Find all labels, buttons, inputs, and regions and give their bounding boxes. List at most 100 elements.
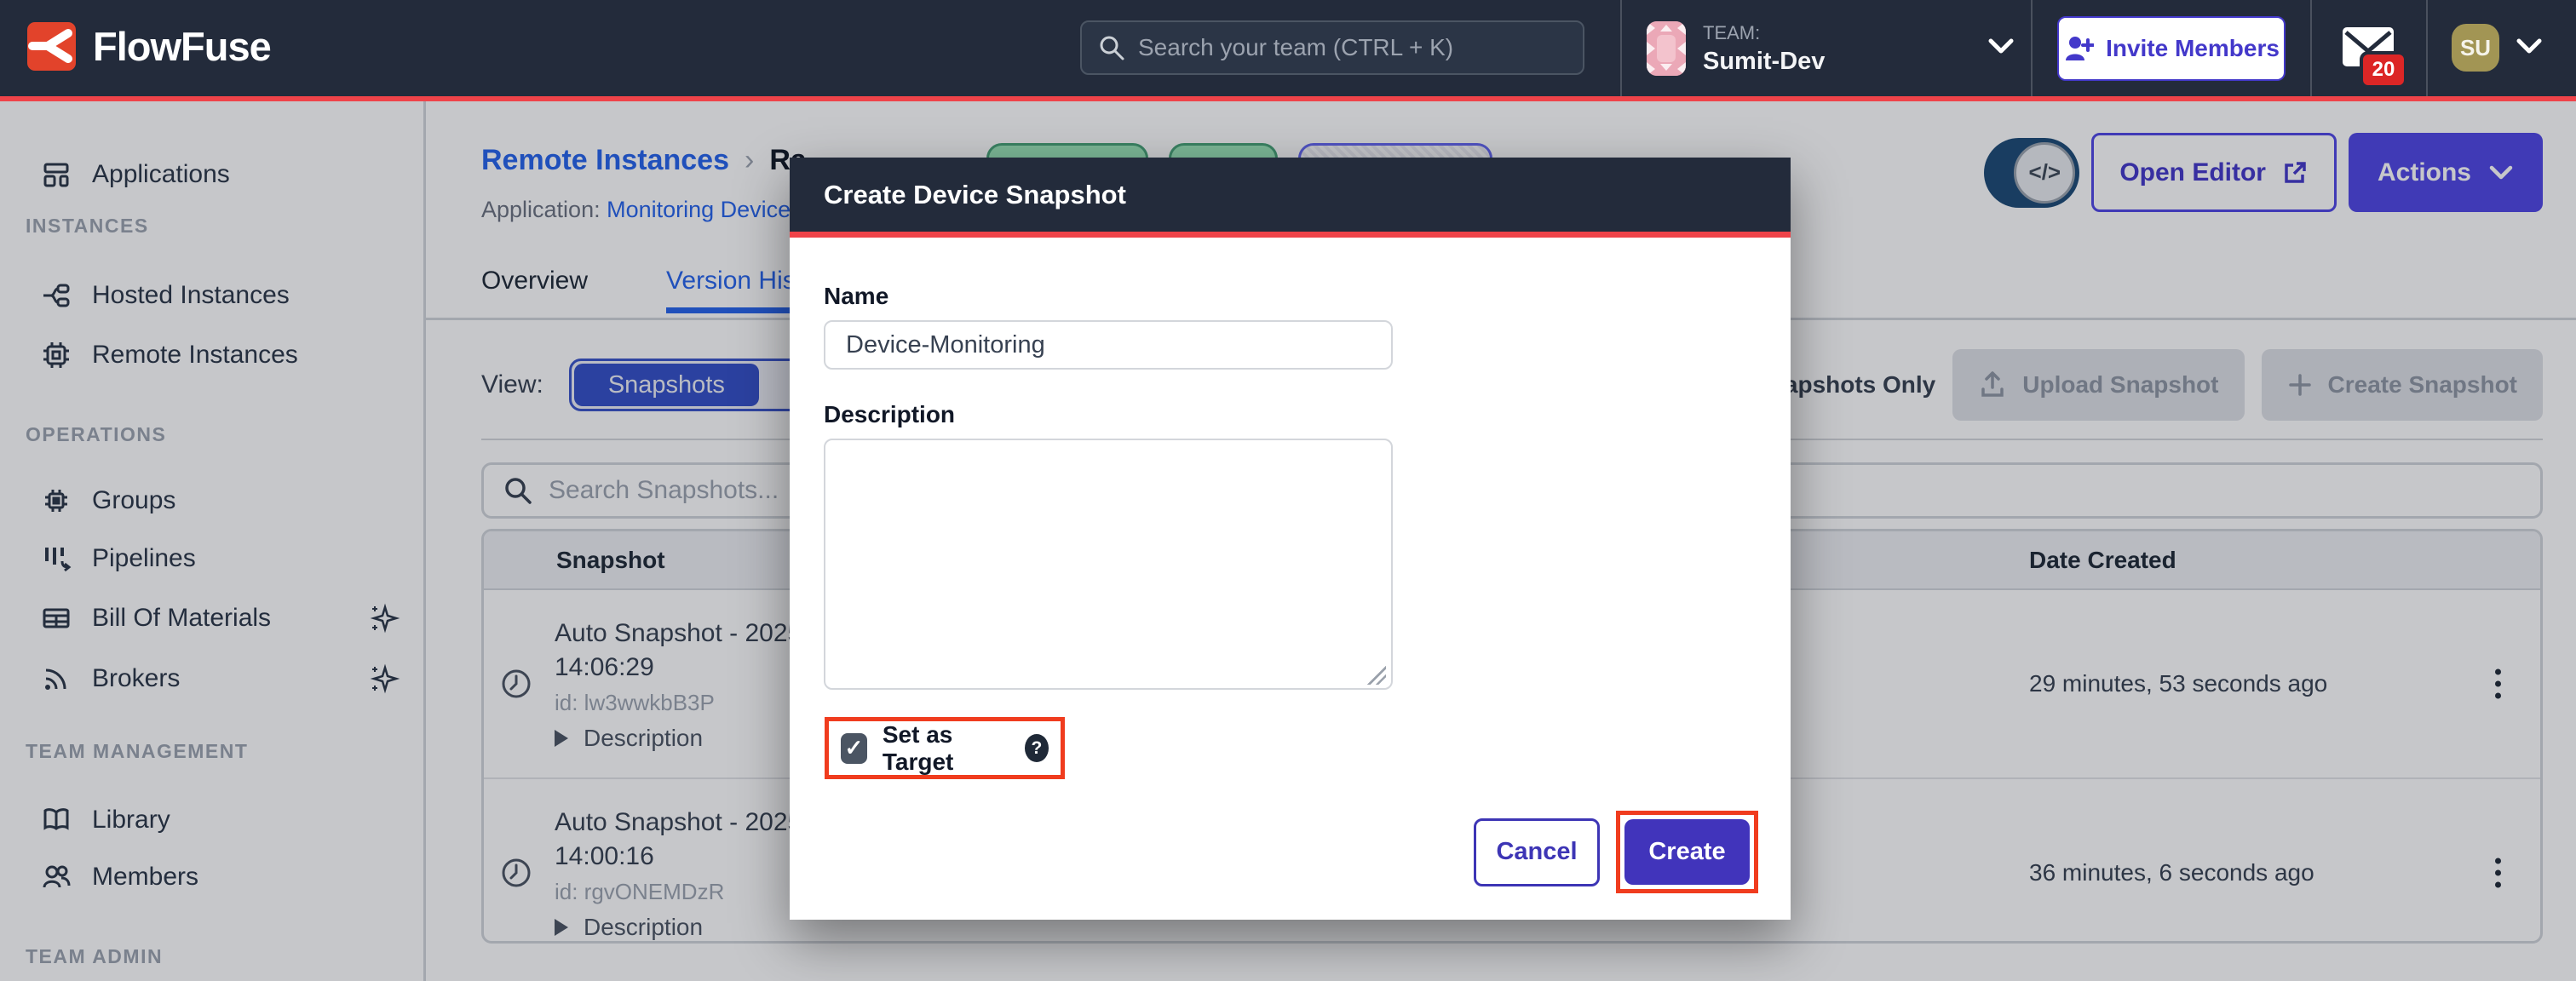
triangle-right-icon [555,919,568,936]
clock-icon [499,856,533,890]
hosted-instances-icon [41,280,72,311]
sidebar-item-brokers[interactable]: Brokers [0,648,426,709]
sparkle-icon [368,602,400,634]
snapshot-id: id: rgvONEMDzR [555,879,802,905]
sidebar-section-team-admin: TEAM ADMIN [26,942,163,972]
column-header-date-created: Date Created [2029,547,2540,574]
team-avatar [1647,21,1686,76]
bill-of-materials-icon [41,603,72,634]
sidebar-item-pipelines[interactable]: Pipelines [0,528,426,589]
sidebar-item-label: Pipelines [92,544,196,573]
sidebar-section-team-management: TEAM MANAGEMENT [26,737,248,766]
breadcrumb-separator: › [745,144,754,177]
sidebar-item-label: Library [92,806,170,835]
device-controls: </> Open Editor Actions [1984,133,2543,212]
tab-overview[interactable]: Overview [481,256,588,313]
sidebar-item-label: Groups [92,486,175,515]
create-button[interactable]: Create [1624,819,1750,885]
application-line: Application: Monitoring Device H [481,197,814,223]
modal-body: Name Description ✓ Set as Target ? Cance… [790,238,1791,920]
header-divider [1620,0,1622,96]
upload-snapshot-label: Upload Snapshot [2022,371,2218,399]
code-icon: </> [2014,142,2075,204]
search-icon [503,475,533,506]
modal-title: Create Device Snapshot [824,180,1126,210]
application-link[interactable]: Monitoring Device H [607,197,814,222]
create-snapshot-label: Create Snapshot [2328,371,2518,399]
sidebar-section-instances: INSTANCES [26,211,149,241]
view-label: View: [481,370,543,399]
create-snapshot-button[interactable]: Create Snapshot [2262,349,2544,421]
team-name: Sumit-Dev [1703,48,1825,76]
cancel-button[interactable]: Cancel [1474,818,1600,886]
groups-icon [41,485,72,516]
breadcrumb: Remote Instances › Ra [481,144,807,177]
team-label: TEAM: [1703,22,1825,44]
sidebar-item-remote-instances[interactable]: Remote Instances [0,324,426,386]
team-search-box[interactable] [1080,20,1584,75]
sidebar-item-members[interactable]: Members [0,846,426,908]
sparkle-icon [368,663,400,695]
brand-logo[interactable]: FlowFuse [27,22,271,71]
actions-label: Actions [2378,158,2471,187]
help-icon[interactable]: ? [1025,734,1049,762]
user-menu-chevron-down-icon[interactable] [2515,36,2544,56]
notifications-button[interactable]: 20 [2343,27,2419,92]
open-editor-button[interactable]: Open Editor [2091,133,2337,212]
flowfuse-logo-icon [27,22,76,71]
date-created-value: 36 minutes, 6 seconds ago [2029,859,2314,886]
breadcrumb-remote-instances-link[interactable]: Remote Instances [481,144,729,177]
sidebar-item-applications[interactable]: Applications [0,144,426,205]
search-icon [1097,33,1126,62]
sidebar-item-hosted-instances[interactable]: Hosted Instances [0,265,426,326]
create-button-annotation: Create [1616,811,1758,893]
actions-button[interactable]: Actions [2349,133,2543,212]
team-chevron-down-icon[interactable] [1987,36,2015,56]
open-editor-label: Open Editor [2119,158,2266,187]
sidebar-item-library[interactable]: Library [0,789,426,851]
upload-snapshot-button[interactable]: Upload Snapshot [1952,349,2244,421]
description-field[interactable] [824,439,1393,690]
external-link-icon [2281,159,2309,186]
row-kebab-menu-icon[interactable] [2488,663,2508,706]
sidebar-item-label: Hosted Instances [92,281,290,310]
name-label: Name [824,283,888,310]
toggle-snapshots[interactable]: Snapshots [574,364,759,406]
developer-mode-toggle[interactable]: </> [1984,138,2079,208]
name-field[interactable] [824,320,1393,370]
description-expander[interactable]: Description [555,914,802,941]
description-expander[interactable]: Description [555,725,802,752]
clock-icon [499,667,533,701]
triangle-right-icon [555,730,568,747]
members-icon [41,862,72,892]
snapshot-title-line1: Auto Snapshot - 2025 [555,617,802,651]
notification-count-badge: 20 [2360,51,2407,89]
snapshot-title-line2: 14:00:16 [555,840,802,874]
user-avatar[interactable]: SU [2452,24,2499,72]
sidebar-item-label: Brokers [92,664,180,693]
set-as-target-checkbox[interactable]: ✓ [841,733,867,764]
snapshot-title-line2: 14:06:29 [555,651,802,685]
team-search-input[interactable] [1138,34,1567,61]
modal-header: Create Device Snapshot [790,158,1791,232]
header-divider [2031,0,2033,96]
sidebar-item-label: Remote Instances [92,341,298,370]
sidebar-item-bill-of-materials[interactable]: Bill Of Materials [0,588,426,649]
create-device-snapshot-modal: Create Device Snapshot Name Description … [790,158,1791,920]
applications-icon [41,159,72,190]
team-switcher[interactable]: TEAM: Sumit-Dev [1647,21,1825,76]
set-as-target-label: Set as Target [883,721,1009,776]
sidebar-navigation: Applications INSTANCES Hosted Instances [0,101,426,981]
modal-footer: Cancel Create [1474,811,1758,893]
header-divider [2426,0,2428,96]
upload-icon [1978,370,2007,399]
date-created-value: 29 minutes, 53 seconds ago [2029,670,2327,697]
resize-grip-icon[interactable] [1367,666,1386,685]
pipelines-icon [41,543,72,574]
user-plus-icon [2063,33,2094,64]
header-accent-line [0,96,2576,101]
application-label: Application: [481,197,601,222]
row-kebab-menu-icon[interactable] [2488,852,2508,895]
invite-members-button[interactable]: Invite Members [2057,16,2286,81]
sidebar-item-groups[interactable]: Groups [0,470,426,531]
